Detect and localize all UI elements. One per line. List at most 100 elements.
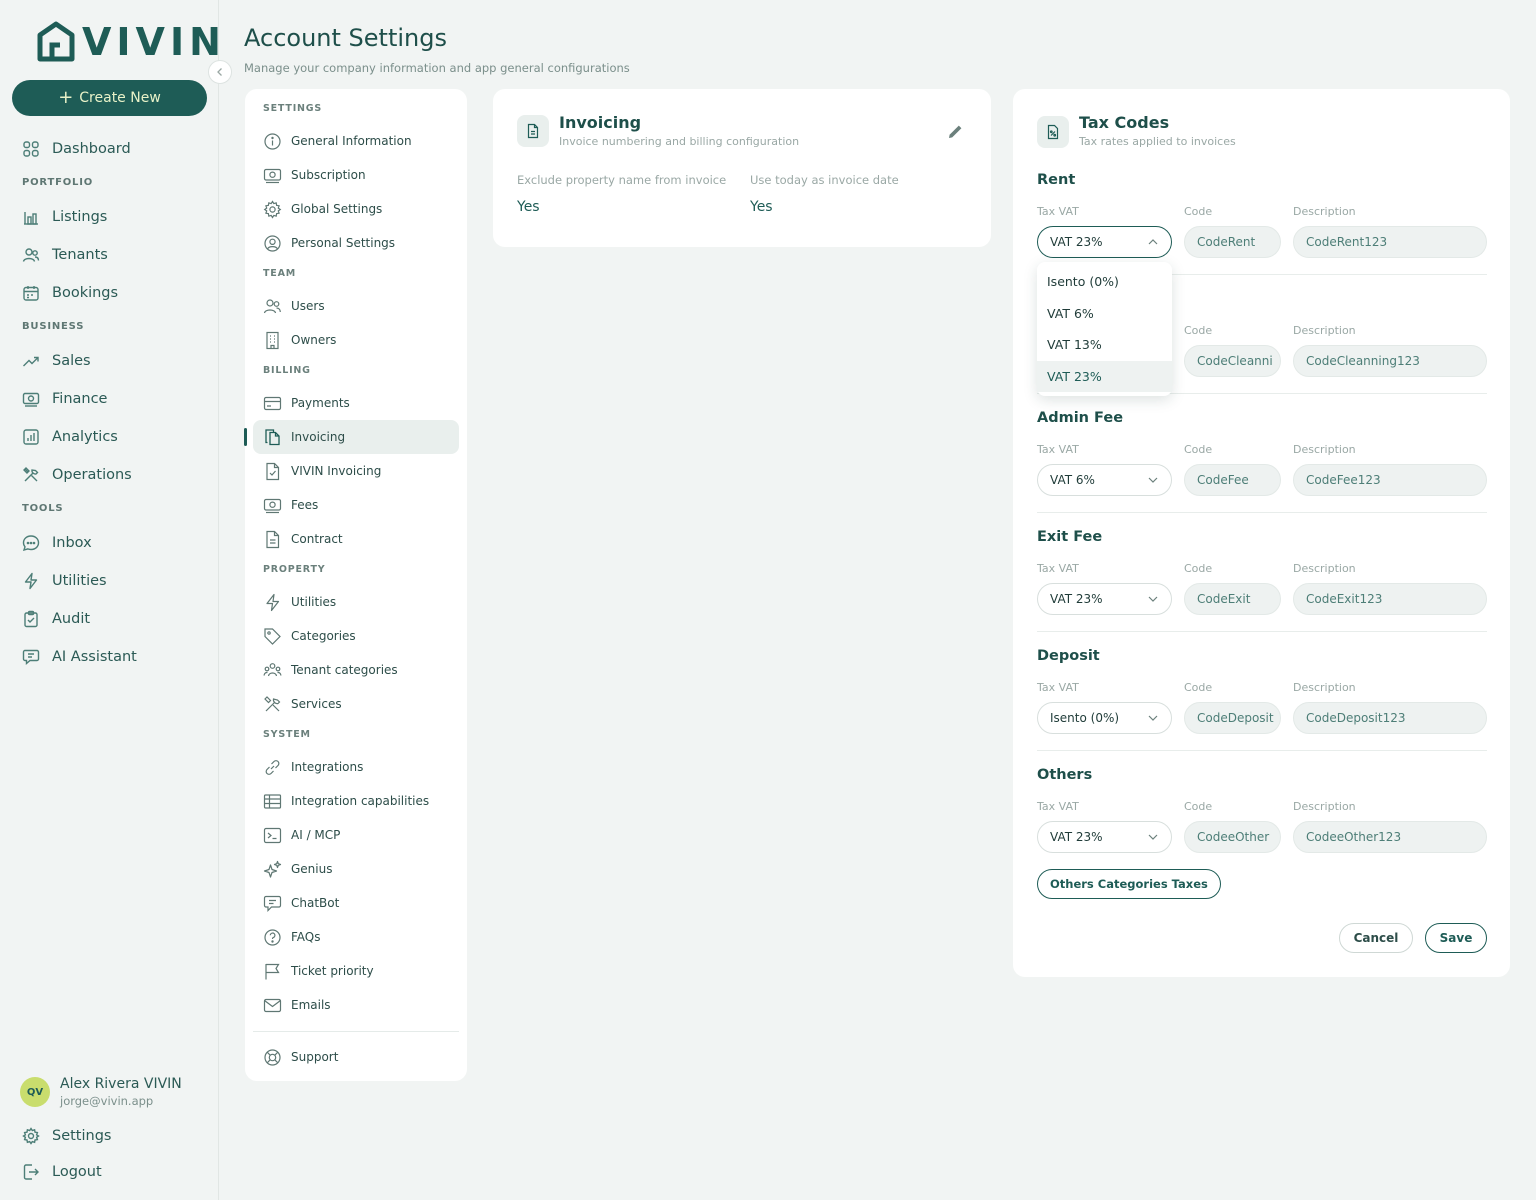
group-divider [1037,631,1487,632]
menu-ai-mcp[interactable]: AI / MCP [245,818,459,852]
nav-label: Audit [52,611,91,627]
tax-group-title: Others [1037,767,1093,783]
menu-payments[interactable]: Payments [245,386,459,420]
code-input[interactable]: CodeDeposit [1184,702,1281,734]
dropdown-option[interactable]: Isento (0%) [1037,266,1172,298]
description-input[interactable]: CodeRent123 [1293,226,1487,258]
user-profile[interactable]: QV Alex Rivera VIVIN jorge@vivin.app [20,1076,182,1108]
logout-label: Logout [52,1164,102,1180]
settings-link[interactable]: Settings [22,1127,111,1145]
description-label: Description [1293,562,1356,575]
tax-vat-select[interactable]: Isento (0%) [1037,702,1172,734]
nav-analytics[interactable]: Analytics [0,418,219,456]
tax-vat-select[interactable]: VAT 6% [1037,464,1172,496]
bot-chat-icon [22,649,40,666]
select-value: Isento (0%) [1050,711,1120,725]
menu-chatbot[interactable]: ChatBot [245,886,459,920]
menu-emails[interactable]: Emails [245,988,459,1022]
logout-link[interactable]: Logout [22,1163,102,1181]
document-check-icon [266,462,280,480]
terminal-icon [263,827,282,843]
menu-fees[interactable]: Fees [245,488,459,522]
menu-services[interactable]: Services [245,687,459,721]
menu-section-title: SYSTEM [263,729,311,740]
menu-users[interactable]: Users [245,289,459,323]
tax-vat-select[interactable]: VAT 23% [1037,821,1172,853]
code-label: Code [1184,562,1213,575]
nav-utilities[interactable]: Utilities [0,562,219,600]
code-input[interactable]: CodeeOther [1184,821,1281,853]
nav-listings[interactable]: Listings [0,198,219,236]
menu-label: Personal Settings [291,236,396,250]
menu-contract[interactable]: Contract [245,522,459,556]
chevron-down-icon [1148,477,1158,483]
menu-label: Utilities [291,595,337,609]
grid-icon [23,141,39,157]
cancel-button[interactable]: Cancel [1339,923,1413,953]
menu-label: Tenant categories [291,663,398,677]
nav-label: Tenants [52,247,108,263]
menu-genius[interactable]: Genius [245,852,459,886]
gear-icon [22,1127,40,1145]
dropdown-option-selected[interactable]: VAT 23% [1037,360,1172,392]
description-input[interactable]: CodeExit123 [1293,583,1487,615]
nav-operations[interactable]: Operations [0,456,219,494]
user-email: jorge@vivin.app [60,1094,154,1108]
tax-vat-select[interactable]: VAT 23% [1037,226,1172,258]
nav-sales[interactable]: Sales [0,342,219,380]
menu-faqs[interactable]: FAQs [245,920,459,954]
collapse-sidebar-button[interactable] [208,60,232,84]
nav-finance[interactable]: Finance [0,380,219,418]
code-input[interactable]: CodeRent [1184,226,1281,258]
save-button[interactable]: Save [1425,923,1487,953]
menu-tenant-categories[interactable]: Tenant categories [245,653,459,687]
dropdown-option[interactable]: VAT 6% [1037,298,1172,330]
nav-label: AI Assistant [52,649,137,665]
logo[interactable]: VIVIN [36,20,226,64]
nav-ai-assistant[interactable]: AI Assistant [0,638,219,676]
menu-support[interactable]: Support [245,1040,459,1074]
bolt-icon [266,593,280,611]
code-input[interactable]: CodeExit [1184,583,1281,615]
create-new-button[interactable]: + Create New [12,80,207,116]
description-input[interactable]: CodeeOther123 [1293,821,1487,853]
menu-subscription[interactable]: Subscription [245,158,459,192]
menu-owners[interactable]: Owners [245,323,459,357]
dropdown-option[interactable]: VAT 13% [1037,329,1172,361]
menu-invoicing[interactable]: Invoicing [244,420,459,454]
menu-categories[interactable]: Categories [245,619,459,653]
group-divider [1037,512,1487,513]
bot-chat-icon [263,895,282,912]
description-input[interactable]: CodeDeposit123 [1293,702,1487,734]
nav-inbox[interactable]: Inbox [0,524,219,562]
chat-icon [22,535,40,552]
tax-vat-select[interactable]: VAT 23% [1037,583,1172,615]
menu-integration-capabilities[interactable]: Integration capabilities [245,784,459,818]
menu-global-settings[interactable]: Global Settings [245,192,459,226]
code-input[interactable]: CodeCleanni [1184,345,1281,377]
description-input[interactable]: CodeCleanning123 [1293,345,1487,377]
bolt-icon [24,572,38,590]
user-name: Alex Rivera VIVIN [60,1076,182,1092]
others-categories-taxes-button[interactable]: Others Categories Taxes [1037,869,1221,899]
menu-label: Global Settings [291,202,383,216]
menu-label: Ticket priority [291,964,374,978]
edit-pencil-icon[interactable] [947,123,964,140]
code-input[interactable]: CodeFee [1184,464,1281,496]
money-icon [263,168,282,183]
nav-audit[interactable]: Audit [0,600,219,638]
lifebuoy-icon [264,1048,281,1066]
nav-dashboard[interactable]: Dashboard [0,130,219,168]
menu-utilities[interactable]: Utilities [245,585,459,619]
menu-personal-settings[interactable]: Personal Settings [245,226,459,260]
menu-integrations[interactable]: Integrations [245,750,459,784]
description-label: Description [1293,443,1356,456]
menu-section-title: TEAM [263,268,296,279]
menu-section-title: SETTINGS [263,103,323,114]
menu-vivin-invoicing[interactable]: VIVIN Invoicing [245,454,459,488]
menu-general-information[interactable]: General Information [245,124,459,158]
nav-tenants[interactable]: Tenants [0,236,219,274]
description-input[interactable]: CodeFee123 [1293,464,1487,496]
menu-ticket-priority[interactable]: Ticket priority [245,954,459,988]
nav-bookings[interactable]: Bookings [0,274,219,312]
